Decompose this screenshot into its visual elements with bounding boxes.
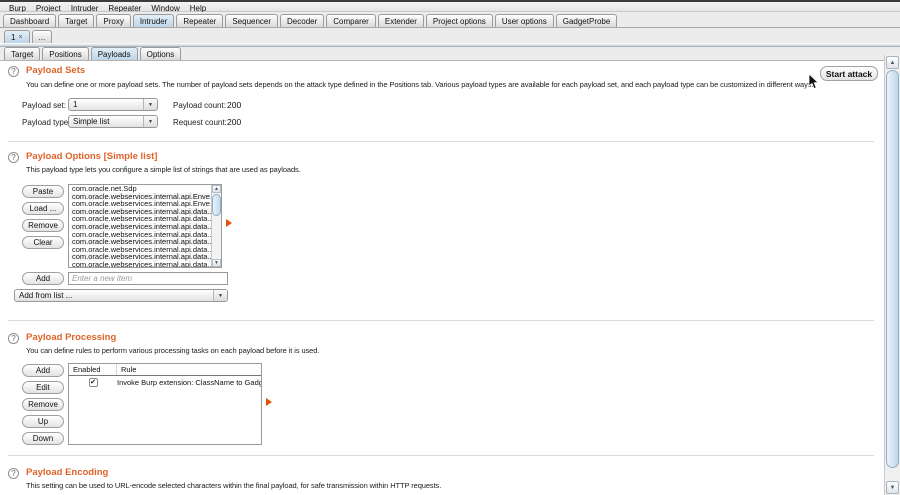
tab-sequencer[interactable]: Sequencer bbox=[225, 14, 278, 27]
payload-list-item[interactable]: com.oracle.webservices.internal.api.data… bbox=[69, 231, 211, 239]
scroll-down-icon[interactable]: ▼ bbox=[886, 481, 899, 494]
help-icon[interactable]: ? bbox=[8, 152, 19, 163]
attack-tab-1[interactable]: 1 × bbox=[4, 30, 30, 43]
payload-type-dropdown[interactable]: Simple list ▼ bbox=[68, 115, 158, 128]
tab-project-options[interactable]: Project options bbox=[426, 14, 493, 27]
down-button[interactable]: Down bbox=[22, 432, 64, 445]
payload-set-value: 1 bbox=[69, 99, 143, 110]
tab-repeater[interactable]: Repeater bbox=[176, 14, 223, 27]
scroll-down-icon[interactable]: ▼ bbox=[212, 259, 221, 267]
payload-list: com.oracle.net.Sdpcom.oracle.webservices… bbox=[68, 184, 222, 268]
table-header-row: Enabled Rule bbox=[69, 364, 261, 376]
payload-type-value: Simple list bbox=[69, 116, 143, 127]
tab-dashboard[interactable]: Dashboard bbox=[3, 14, 56, 27]
payload-list-item[interactable]: com.oracle.webservices.internal.api.data… bbox=[69, 223, 211, 231]
payload-sets-description: You can define one or more payload sets.… bbox=[26, 80, 813, 89]
payload-list-item[interactable]: com.oracle.webservices.internal.api.data… bbox=[69, 253, 211, 261]
scrollbar-thumb[interactable] bbox=[212, 194, 221, 216]
payload-list-item[interactable]: com.oracle.webservices.internal.api.data… bbox=[69, 238, 211, 246]
payload-type-label: Payload type: bbox=[22, 118, 70, 127]
column-header-rule: Rule bbox=[117, 365, 261, 374]
close-icon[interactable]: × bbox=[18, 35, 22, 41]
edit-rule-button[interactable]: Edit bbox=[22, 381, 64, 394]
section-title-payload-encoding: Payload Encoding bbox=[26, 467, 108, 478]
add-from-list-dropdown[interactable]: Add from list ... ▼ bbox=[14, 289, 228, 302]
menu-bar: BurpProjectIntruderRepeaterWindowHelp bbox=[0, 0, 900, 12]
payload-list-item[interactable]: com.oracle.webservices.internal.api.data… bbox=[69, 261, 211, 267]
payload-list-rows: com.oracle.net.Sdpcom.oracle.webservices… bbox=[69, 185, 211, 267]
tab-decoder[interactable]: Decoder bbox=[280, 14, 324, 27]
payloads-panel: ? Payload Sets You can define one or mor… bbox=[0, 61, 884, 495]
column-header-enabled: Enabled bbox=[69, 364, 117, 375]
tab-gadgetprobe[interactable]: GadgetProbe bbox=[556, 14, 618, 27]
add-item-button[interactable]: Add bbox=[22, 272, 64, 285]
scroll-up-icon[interactable]: ▲ bbox=[212, 185, 221, 193]
section-title-payload-options: Payload Options [Simple list] bbox=[26, 151, 157, 162]
request-count-label: Request count: bbox=[173, 118, 227, 127]
new-item-input[interactable] bbox=[68, 272, 228, 285]
payload-list-item[interactable]: com.oracle.webservices.internal.api.data… bbox=[69, 208, 211, 216]
tab-intruder[interactable]: Intruder bbox=[133, 14, 175, 27]
payload-options-description: This payload type lets you configure a s… bbox=[26, 165, 301, 174]
payload-count-value: 200 bbox=[227, 100, 241, 110]
table-row[interactable]: Invoke Burp extension: ClassName to Gadg… bbox=[69, 376, 261, 388]
help-icon[interactable]: ? bbox=[8, 66, 19, 77]
help-icon[interactable]: ? bbox=[8, 333, 19, 344]
payload-processing-description: You can define rules to perform various … bbox=[26, 346, 319, 355]
payload-list-scrollbar[interactable]: ▲ ▼ bbox=[211, 185, 221, 267]
payload-set-dropdown[interactable]: 1 ▼ bbox=[68, 98, 158, 111]
tab-extender[interactable]: Extender bbox=[378, 14, 424, 27]
tab-user-options[interactable]: User options bbox=[495, 14, 554, 27]
tab-options[interactable]: Options bbox=[140, 47, 182, 60]
paste-button[interactable]: Paste bbox=[22, 185, 64, 198]
section-separator bbox=[8, 455, 874, 456]
main-tab-bar: DashboardTargetProxyIntruderRepeaterSequ… bbox=[0, 12, 900, 28]
payload-list-item[interactable]: com.oracle.webservices.internal.api.data… bbox=[69, 215, 211, 223]
help-icon[interactable]: ? bbox=[8, 468, 19, 479]
scroll-up-icon[interactable]: ▲ bbox=[886, 56, 899, 69]
tab-target-main[interactable]: Target bbox=[58, 14, 94, 27]
payload-list-item[interactable]: com.oracle.webservices.internal.api.Enve… bbox=[69, 193, 211, 201]
payload-list-item[interactable]: com.oracle.net.Sdp bbox=[69, 185, 211, 193]
load-button[interactable]: Load ... bbox=[22, 202, 64, 215]
rule-cell: Invoke Burp extension: ClassName to Gadg… bbox=[117, 378, 261, 387]
tab-payloads[interactable]: Payloads bbox=[91, 47, 138, 60]
payload-set-label: Payload set: bbox=[22, 101, 66, 110]
tab-positions[interactable]: Positions bbox=[42, 47, 88, 60]
attack-tab-new[interactable]: ... bbox=[32, 30, 53, 43]
mouse-cursor bbox=[808, 74, 819, 90]
section-title-payload-sets: Payload Sets bbox=[26, 65, 85, 76]
payload-encoding-description: This setting can be used to URL-encode s… bbox=[26, 481, 441, 490]
list-indicator-arrow-icon bbox=[226, 219, 232, 227]
tab-target[interactable]: Target bbox=[4, 47, 40, 60]
burp-suite-window: BurpProjectIntruderRepeaterWindowHelp Da… bbox=[0, 0, 900, 495]
chevron-down-icon: ▼ bbox=[213, 290, 227, 301]
add-rule-button[interactable]: Add bbox=[22, 364, 64, 377]
add-from-list-value: Add from list ... bbox=[15, 290, 213, 301]
intruder-view-tab-bar: TargetPositionsPayloadsOptions bbox=[0, 47, 900, 61]
vertical-scrollbar[interactable]: ▲ ▼ bbox=[884, 55, 900, 495]
remove-item-button[interactable]: Remove bbox=[22, 219, 64, 232]
section-separator bbox=[8, 320, 874, 321]
tab-comparer[interactable]: Comparer bbox=[326, 14, 376, 27]
remove-rule-button[interactable]: Remove bbox=[22, 398, 64, 411]
payload-list-item[interactable]: com.oracle.webservices.internal.api.data… bbox=[69, 246, 211, 254]
section-title-payload-processing: Payload Processing bbox=[26, 332, 116, 343]
payload-count-label: Payload count: bbox=[173, 101, 226, 110]
chevron-down-icon: ▼ bbox=[143, 99, 157, 110]
enabled-checkbox[interactable] bbox=[89, 378, 98, 387]
table-indicator-arrow-icon bbox=[266, 398, 272, 406]
up-button[interactable]: Up bbox=[22, 415, 64, 428]
request-count-value: 200 bbox=[227, 117, 241, 127]
attack-tab-bar: 1 × ... bbox=[0, 28, 900, 43]
tab-proxy[interactable]: Proxy bbox=[96, 14, 130, 27]
table-body: Invoke Burp extension: ClassName to Gadg… bbox=[69, 376, 261, 388]
start-attack-button[interactable]: Start attack bbox=[820, 66, 878, 81]
scrollbar-thumb[interactable] bbox=[886, 70, 899, 468]
clear-button[interactable]: Clear bbox=[22, 236, 64, 249]
processing-rules-table: Enabled Rule Invoke Burp extension: Clas… bbox=[68, 363, 262, 445]
chevron-down-icon: ▼ bbox=[143, 116, 157, 127]
payload-list-item[interactable]: com.oracle.webservices.internal.api.Enve… bbox=[69, 200, 211, 208]
section-separator bbox=[8, 141, 874, 142]
